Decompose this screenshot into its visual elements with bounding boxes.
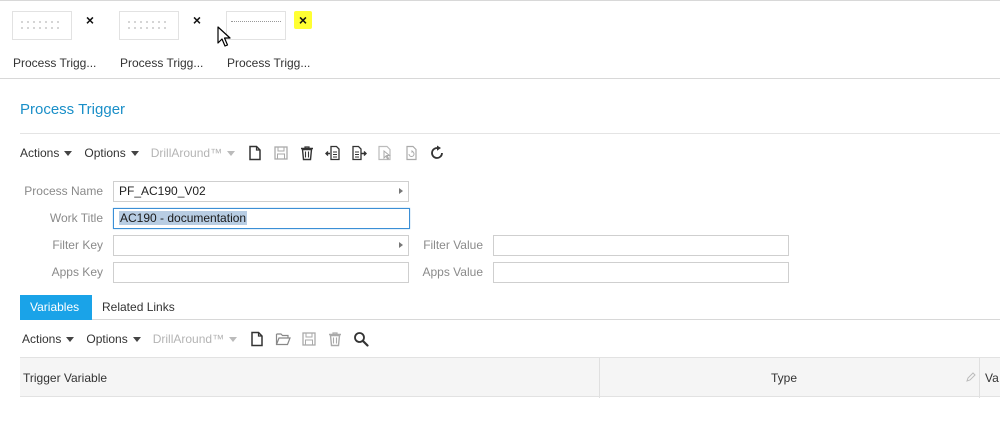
process-name-value: PF_AC190_V02 <box>119 184 206 198</box>
lookup-arrow-icon[interactable] <box>399 242 403 248</box>
refresh-icon[interactable] <box>429 145 445 161</box>
page-title: Process Trigger <box>20 101 126 118</box>
tab-thumbnail[interactable] <box>12 11 72 40</box>
work-title-value: AC190 - documentation <box>119 211 248 225</box>
export-icon[interactable] <box>351 145 368 161</box>
open-folder-icon[interactable] <box>275 331 291 347</box>
mouse-cursor-icon <box>217 26 231 47</box>
new-document-icon[interactable] <box>249 331 265 347</box>
filter-value-field[interactable] <box>493 235 789 256</box>
tab-related-links[interactable]: Related Links <box>92 295 185 320</box>
column-separator[interactable] <box>979 358 980 398</box>
search-icon[interactable] <box>353 331 369 347</box>
select-icon[interactable] <box>377 145 393 161</box>
column-header-trigger-variable[interactable]: Trigger Variable <box>23 358 107 398</box>
process-name-label: Process Name <box>24 184 103 198</box>
filter-key-field[interactable] <box>113 235 409 256</box>
close-tab-icon[interactable]: × <box>81 11 99 29</box>
apps-key-label: Apps Key <box>51 265 103 279</box>
drillaround-menu[interactable]: DrillAround™ <box>151 146 236 160</box>
options-menu[interactable]: Options <box>84 146 139 160</box>
tab-label[interactable]: Process Trigg... <box>120 56 203 70</box>
main-toolbar: Actions Options DrillAround™ <box>20 142 455 164</box>
close-tab-icon[interactable]: × <box>294 11 312 29</box>
save-icon[interactable] <box>273 145 289 161</box>
column-separator[interactable] <box>599 358 600 398</box>
process-name-field[interactable]: PF_AC190_V02 <box>113 181 409 202</box>
tab-thumbnail[interactable] <box>119 11 179 40</box>
apps-value-label: Apps Value <box>422 265 484 279</box>
grid-toolbar: Actions Options DrillAround™ <box>22 328 379 350</box>
column-header-value[interactable]: Va <box>985 358 999 398</box>
tab-label[interactable]: Process Trigg... <box>227 56 310 70</box>
apps-key-field[interactable] <box>113 262 409 283</box>
tab-variables[interactable]: Variables <box>20 295 92 320</box>
lookup-arrow-icon[interactable] <box>399 188 403 194</box>
delete-icon[interactable] <box>299 145 315 161</box>
tab-label[interactable]: Process Trigg... <box>13 56 96 70</box>
column-header-type[interactable]: Type <box>771 358 797 398</box>
grid-actions-menu[interactable]: Actions <box>22 332 75 346</box>
grid-drillaround-menu[interactable]: DrillAround™ <box>153 332 238 346</box>
work-title-field[interactable]: AC190 - documentation <box>113 208 410 229</box>
actions-menu[interactable]: Actions <box>20 146 73 160</box>
filter-value-label: Filter Value <box>423 238 483 252</box>
work-title-label: Work Title <box>49 211 103 225</box>
open-tabs-strip: × Process Trigg... × Process Trigg... × … <box>0 0 1000 79</box>
edit-pencil-icon <box>966 372 976 382</box>
copy-icon[interactable] <box>403 145 419 161</box>
save-icon[interactable] <box>301 331 317 347</box>
grid-options-menu[interactable]: Options <box>86 332 141 346</box>
variables-grid-header: Trigger Variable Type Va <box>20 357 1000 398</box>
tab-thumbnail[interactable] <box>226 11 286 40</box>
new-document-icon[interactable] <box>247 145 263 161</box>
apps-value-field[interactable] <box>493 262 789 283</box>
delete-icon[interactable] <box>327 331 343 347</box>
filter-key-label: Filter Key <box>52 238 103 252</box>
close-tab-icon[interactable]: × <box>188 11 206 29</box>
detail-tabs: Variables Related Links <box>20 295 1000 320</box>
import-icon[interactable] <box>325 145 341 161</box>
divider <box>20 133 1000 134</box>
